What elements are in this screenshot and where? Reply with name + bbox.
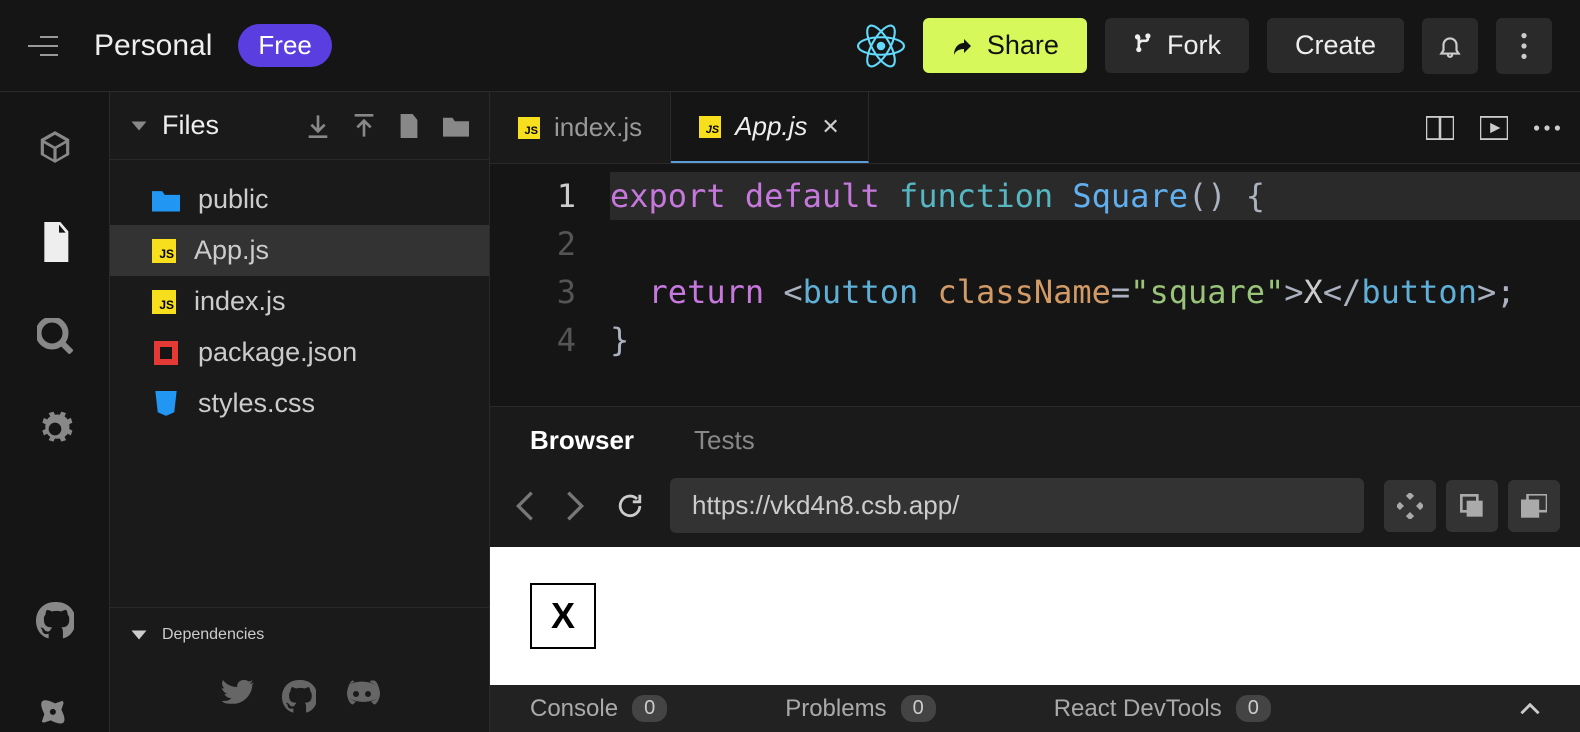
file-row-package-json[interactable]: package.json: [110, 327, 489, 378]
code-content: export default function Square() { retur…: [610, 172, 1580, 406]
console-count: 0: [632, 695, 667, 722]
file-name: index.js: [194, 286, 286, 317]
file-name: App.js: [194, 235, 269, 266]
console-tab[interactable]: Console 0: [530, 695, 667, 723]
share-button[interactable]: Share: [923, 18, 1087, 73]
file-row-index-js[interactable]: JS index.js: [110, 276, 489, 327]
preview-tab-tests[interactable]: Tests: [694, 425, 755, 456]
url-input[interactable]: https://vkd4n8.csb.app/: [670, 478, 1364, 533]
bell-icon: [1437, 33, 1463, 59]
preview-icon[interactable]: [1480, 116, 1508, 140]
devtools-count: 0: [1236, 695, 1271, 722]
devtools-label: React DevTools: [1054, 695, 1222, 723]
plan-badge[interactable]: Free: [238, 24, 331, 67]
more-button[interactable]: [1496, 18, 1552, 74]
problems-label: Problems: [785, 695, 886, 723]
chevron-down-icon: [130, 626, 148, 644]
search-icon[interactable]: [37, 318, 73, 354]
nav-forward-icon[interactable]: [560, 485, 590, 527]
kebab-icon: [1521, 33, 1527, 59]
file-row-app-js[interactable]: JS App.js: [110, 225, 489, 276]
github-icon[interactable]: [36, 602, 74, 640]
new-window-icon[interactable]: [1508, 480, 1560, 532]
create-label: Create: [1295, 30, 1376, 61]
js-icon: JS: [152, 290, 176, 314]
css-icon: [152, 390, 180, 418]
fork-icon: [1133, 33, 1155, 59]
tab-app-js[interactable]: JS App.js ✕: [671, 92, 869, 163]
menu-icon[interactable]: [28, 36, 58, 56]
new-file-icon[interactable]: [399, 114, 419, 138]
settings-icon[interactable]: [36, 410, 74, 448]
files-panel-header[interactable]: Files: [110, 92, 489, 160]
more-editor-icon[interactable]: [1534, 125, 1560, 131]
new-folder-icon[interactable]: [443, 115, 469, 137]
file-name: styles.css: [198, 388, 315, 419]
json-icon: [152, 339, 180, 367]
code-editor[interactable]: 1 2 3 4 export default function Square()…: [490, 164, 1580, 406]
nav-back-icon[interactable]: [510, 485, 540, 527]
tab-label: index.js: [554, 112, 642, 143]
file-row-public[interactable]: public: [110, 174, 489, 225]
file-name: package.json: [198, 337, 357, 368]
explorer-icon[interactable]: [39, 222, 71, 262]
line-gutter: 1 2 3 4: [490, 172, 610, 406]
preview-tab-browser[interactable]: Browser: [530, 425, 634, 456]
expand-icon[interactable]: [1384, 480, 1436, 532]
share-arrow-icon: [951, 34, 975, 58]
js-icon: JS: [518, 117, 540, 139]
file-row-styles-css[interactable]: styles.css: [110, 378, 489, 429]
workspace-name[interactable]: Personal: [94, 29, 212, 63]
notifications-button[interactable]: [1422, 18, 1478, 74]
split-editor-icon[interactable]: [1426, 116, 1454, 140]
panel-toggle-icon[interactable]: [1520, 703, 1540, 715]
fork-button[interactable]: Fork: [1105, 18, 1249, 73]
js-icon: JS: [699, 116, 721, 138]
dependencies-panel-header[interactable]: Dependencies: [110, 607, 489, 662]
file-name: public: [198, 184, 269, 215]
preview-frame[interactable]: X: [490, 547, 1580, 685]
discord-icon[interactable]: [344, 680, 380, 714]
dependencies-title: Dependencies: [162, 626, 264, 644]
folder-icon: [152, 186, 180, 214]
problems-tab[interactable]: Problems 0: [785, 695, 936, 723]
copy-icon[interactable]: [1446, 480, 1498, 532]
fork-label: Fork: [1167, 30, 1221, 61]
files-title: Files: [162, 110, 283, 141]
sandbox-icon[interactable]: [36, 128, 74, 166]
create-button[interactable]: Create: [1267, 18, 1404, 73]
square-button[interactable]: X: [530, 583, 596, 649]
reload-icon[interactable]: [610, 486, 650, 526]
devtools-tab[interactable]: React DevTools 0: [1054, 695, 1271, 723]
chevron-down-icon: [130, 117, 148, 135]
problems-count: 0: [901, 695, 936, 722]
share-label: Share: [987, 30, 1059, 61]
react-icon: [857, 22, 905, 70]
download-icon[interactable]: [307, 114, 329, 138]
deploy-icon[interactable]: [37, 696, 73, 732]
tab-index-js[interactable]: JS index.js: [490, 92, 671, 163]
github-social-icon[interactable]: [282, 680, 316, 714]
twitter-icon[interactable]: [220, 680, 254, 714]
console-label: Console: [530, 695, 618, 723]
close-icon[interactable]: ✕: [821, 114, 839, 140]
upload-icon[interactable]: [353, 114, 375, 138]
js-icon: JS: [152, 239, 176, 263]
tab-label: App.js: [735, 111, 807, 142]
